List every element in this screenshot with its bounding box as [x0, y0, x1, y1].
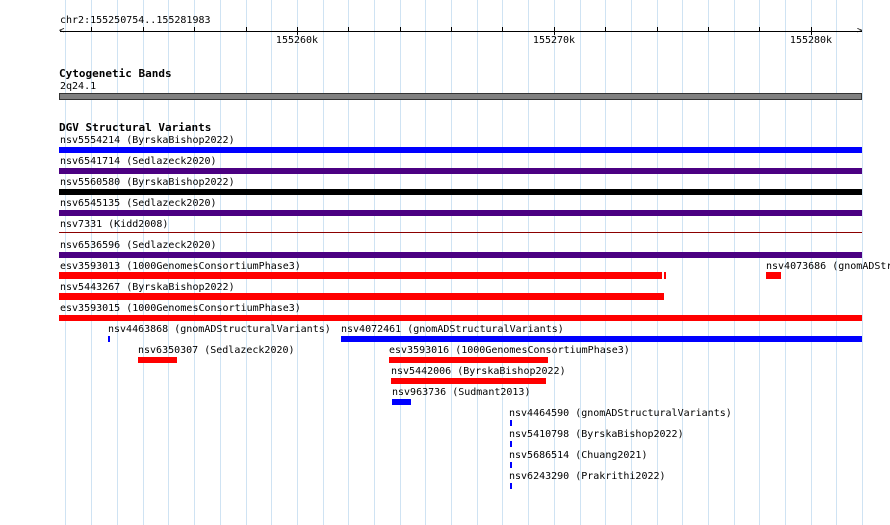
ruler-tick	[348, 27, 349, 32]
ruler-tick-label: 155260k	[275, 35, 319, 46]
variant-label[interactable]: nsv5686514 (Chuang2021)	[509, 450, 647, 461]
variant-label[interactable]: nsv4463868 (gnomADStructuralVariants)	[108, 324, 331, 335]
variant-bar[interactable]	[59, 168, 862, 174]
dgv-track-title: DGV Structural Variants	[59, 121, 212, 134]
variant-label[interactable]: esv3593016 (1000GenomesConsortiumPhase3)	[389, 345, 630, 356]
cytoband-track-title: Cytogenetic Bands	[59, 67, 172, 80]
cytoband-label: 2q24.1	[60, 81, 97, 92]
variant-bar[interactable]	[59, 272, 666, 279]
variant-label[interactable]: nsv4073686 (gnomADStr	[766, 261, 890, 272]
grid-line	[657, 0, 658, 525]
ruler-tick	[502, 27, 503, 32]
grid-line	[708, 0, 709, 525]
ruler-tick	[400, 27, 401, 32]
variant-label[interactable]: nsv5560580 (ByrskaBishop2022)	[60, 177, 235, 188]
variant-label[interactable]: esv3593013 (1000GenomesConsortiumPhase3)	[60, 261, 301, 272]
grid-line	[554, 0, 555, 525]
variant-label[interactable]: nsv6243290 (Prakrithi2022)	[509, 471, 666, 482]
grid-line	[631, 0, 632, 525]
grid-line	[528, 0, 529, 525]
ruler-tick-major	[811, 27, 812, 35]
variant-label[interactable]: nsv6536596 (Sedlazeck2020)	[60, 240, 217, 251]
variant-label[interactable]: nsv5442006 (ByrskaBishop2022)	[391, 366, 566, 377]
grid-line	[400, 0, 401, 525]
ruler-tick-major	[554, 27, 555, 35]
ruler-tick	[605, 27, 606, 32]
genome-browser-view: chr2:155250754..155281983 < > 155260k 15…	[0, 0, 890, 525]
grid-line	[374, 0, 375, 525]
cytoband-bar[interactable]	[59, 93, 862, 100]
arrow-left-icon: <	[59, 26, 65, 36]
variant-bar[interactable]	[59, 210, 862, 216]
variant-bar[interactable]	[341, 336, 862, 342]
variant-bar[interactable]	[108, 336, 110, 342]
ruler-tick	[657, 27, 658, 32]
variant-label[interactable]: nsv5410798 (ByrskaBishop2022)	[509, 429, 684, 440]
grid-line	[323, 0, 324, 525]
grid-line	[348, 0, 349, 525]
variant-bar[interactable]	[138, 357, 177, 363]
variant-bar[interactable]	[59, 293, 664, 300]
ruler-tick-label: 155280k	[789, 35, 833, 46]
grid-line	[477, 0, 478, 525]
variant-bar[interactable]	[389, 357, 548, 363]
variant-label[interactable]: esv3593015 (1000GenomesConsortiumPhase3)	[60, 303, 301, 314]
ruler-tick	[91, 27, 92, 32]
variant-bar[interactable]	[59, 147, 862, 153]
ruler-tick	[194, 27, 195, 32]
variant-bar[interactable]	[59, 189, 862, 195]
variant-label[interactable]: nsv6350307 (Sedlazeck2020)	[138, 345, 295, 356]
ruler-tick	[246, 27, 247, 32]
arrow-right-icon: >	[857, 26, 863, 36]
grid-line	[734, 0, 735, 525]
grid-line	[682, 0, 683, 525]
ruler-tick-major	[297, 27, 298, 35]
variant-bar[interactable]	[510, 441, 512, 447]
variant-label[interactable]: nsv6545135 (Sedlazeck2020)	[60, 198, 217, 209]
grid-line	[502, 0, 503, 525]
grid-line	[425, 0, 426, 525]
ruler-tick	[451, 27, 452, 32]
ruler-tick	[143, 27, 144, 32]
variant-bar[interactable]	[510, 420, 512, 426]
grid-line	[451, 0, 452, 525]
variant-bar[interactable]	[392, 399, 411, 405]
grid-line	[580, 0, 581, 525]
variant-bar-gap	[662, 272, 664, 279]
variant-bar[interactable]	[766, 272, 781, 279]
variant-label[interactable]: nsv5554214 (ByrskaBishop2022)	[60, 135, 235, 146]
variant-label[interactable]: nsv4464590 (gnomADStructuralVariants)	[509, 408, 732, 419]
ruler-tick	[759, 27, 760, 32]
variant-bar[interactable]	[510, 483, 512, 489]
grid-line	[605, 0, 606, 525]
variant-label[interactable]: nsv4072461 (gnomADStructuralVariants)	[341, 324, 564, 335]
variant-label[interactable]: nsv6541714 (Sedlazeck2020)	[60, 156, 217, 167]
grid-line	[759, 0, 760, 525]
variant-bar[interactable]	[59, 315, 862, 321]
variant-bar[interactable]	[59, 252, 862, 258]
variant-bar[interactable]	[59, 232, 862, 233]
location-label: chr2:155250754..155281983	[60, 15, 211, 26]
variant-label[interactable]: nsv963736 (Sudmant2013)	[392, 387, 530, 398]
variant-label[interactable]: nsv5443267 (ByrskaBishop2022)	[60, 282, 235, 293]
variant-bar[interactable]	[391, 378, 546, 384]
ruler-line	[60, 31, 862, 32]
ruler-tick	[708, 27, 709, 32]
variant-label[interactable]: nsv7331 (Kidd2008)	[60, 219, 168, 230]
variant-bar[interactable]	[510, 462, 512, 468]
ruler-tick-label: 155270k	[532, 35, 576, 46]
